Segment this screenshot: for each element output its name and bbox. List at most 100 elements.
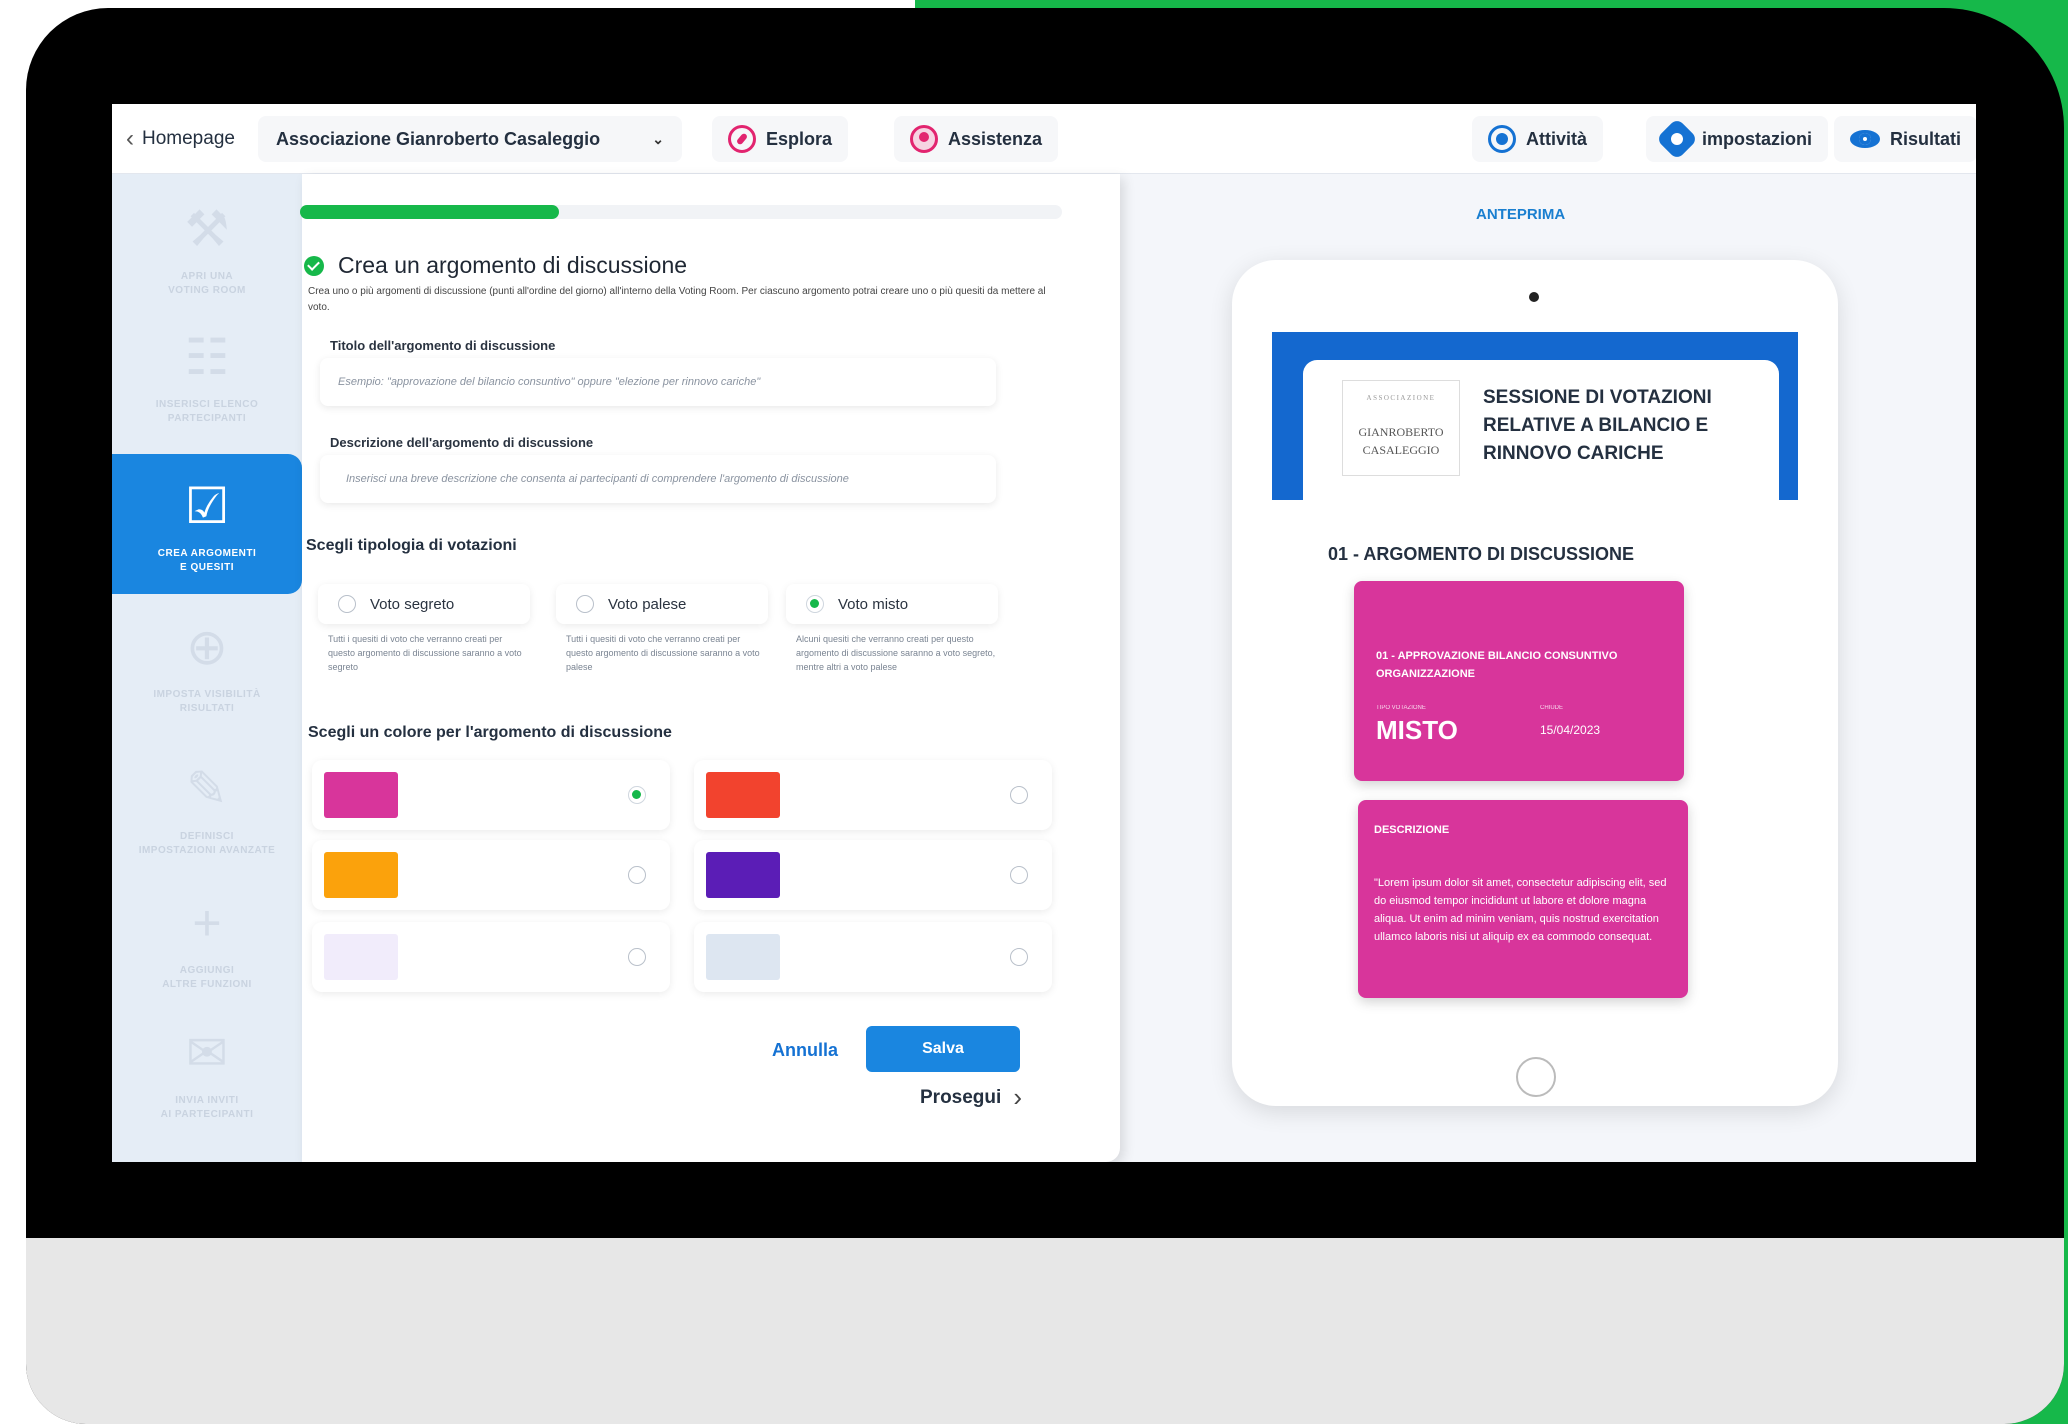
step-open-voting-room[interactable]: ⚒ APRI UNA VOTING ROOM (112, 196, 302, 298)
step-add-functions[interactable]: + AGGIUNGI ALTRE FUNZIONI (112, 890, 302, 992)
tablet-home-button (1516, 1057, 1556, 1097)
logo-name: GIANROBERTO CASALEGGIO (1358, 425, 1444, 457)
step-send-invites[interactable]: ✉ INVIA INVITI AI PARTECIPANTI (112, 1020, 302, 1122)
organization-label: Associazione Gianroberto Casaleggio (276, 128, 601, 149)
step-label: APRI UNA VOTING ROOM (168, 271, 246, 296)
support-button[interactable]: Assistenza (894, 116, 1059, 162)
explore-button[interactable]: Esplora (712, 116, 849, 162)
logo-top-text: ASSOCIAZIONE (1366, 394, 1436, 402)
radio-selected-icon (628, 786, 646, 804)
color-swatch (324, 934, 398, 980)
cancel-button[interactable]: Annulla (772, 1040, 838, 1061)
step-label: DEFINISCI IMPOSTAZIONI AVANZATE (138, 831, 276, 856)
next-button[interactable]: Prosegui › (920, 1082, 1022, 1113)
step-label: INVIA INVITI AI PARTECIPANTI (160, 1095, 254, 1120)
mail-icon: ✉ (186, 1025, 228, 1081)
question-title: 01 - APPROVAZIONE BILANCIO CONSUNTIVO OR… (1376, 650, 1618, 680)
support-label: Assistenza (948, 128, 1043, 149)
homepage-label: Homepage (142, 128, 235, 149)
step-participants[interactable]: ☷ INSERISCI ELENCO PARTECIPANTI (112, 324, 302, 426)
topic-title-input[interactable]: Esempio: "approvazione del bilancio cons… (320, 358, 996, 406)
results-label: Risultati (1890, 128, 1962, 149)
session-title: SESSIONE DI VOTAZIONI RELATIVE A BILANCI… (1483, 387, 1712, 464)
settings-button[interactable]: impostazioni (1646, 116, 1829, 162)
vote-mixed-option[interactable]: Voto misto (786, 584, 998, 624)
section-title-text: Crea un argomento di discussione (338, 252, 688, 278)
vote-type-key: TIPO VOTAZIONE (1376, 705, 1426, 711)
radio-icon (628, 866, 646, 884)
topic-title: 01 - ARGOMENTO DI DISCUSSIONE (1328, 544, 1635, 564)
topic-title-label: Titolo dell'argomento di discussione (330, 338, 556, 353)
vote-public-option[interactable]: Voto palese (556, 584, 768, 624)
preview-heading: ANTEPRIMA (1476, 206, 1566, 223)
top-bar: ‹ Homepage Associazione Gianroberto Casa… (112, 104, 1976, 174)
users-icon: ☷ (184, 329, 230, 385)
radio-icon (1010, 786, 1028, 804)
radio-icon (1010, 866, 1028, 884)
homepage-link[interactable]: ‹ Homepage (126, 116, 235, 162)
color-option[interactable] (312, 840, 670, 910)
gear-icon (1655, 117, 1699, 161)
color-heading: Scegli un colore per l'argomento di disc… (308, 724, 672, 741)
question-card[interactable]: 01 - APPROVAZIONE BILANCIO CONSUNTIVO OR… (1354, 581, 1684, 781)
activity-icon (1488, 125, 1516, 153)
vote-public-label: Voto palese (608, 595, 687, 613)
color-swatch (706, 934, 780, 980)
organization-select[interactable]: Associazione Gianroberto Casaleggio ⌄ (258, 116, 682, 162)
color-swatch (324, 772, 398, 818)
association-logo: ASSOCIAZIONE GIANROBERTO CASALEGGIO (1342, 380, 1460, 476)
topic-description-input[interactable]: Inserisci una breve descrizione che cons… (320, 455, 996, 503)
vote-public-desc: Tutti i quesiti di voto che verranno cre… (566, 634, 760, 672)
description-card: DESCRIZIONE "Lorem ipsum dolor sit amet,… (1358, 800, 1688, 998)
vote-mixed-label: Voto misto (838, 595, 909, 613)
description-text: "Lorem ipsum dolor sit amet, consectetur… (1374, 877, 1667, 943)
radio-icon (338, 595, 356, 613)
close-date-key: CHIUDE (1540, 705, 1564, 711)
section-description: Crea uno o più argomenti di discussione … (308, 286, 1046, 313)
eye-icon (1850, 130, 1880, 148)
radio-icon (1010, 948, 1028, 966)
radio-icon (628, 948, 646, 966)
description-title: DESCRIZIONE (1374, 824, 1450, 836)
topic-description-label: Descrizione dell'argomento di discussion… (330, 435, 594, 450)
color-swatch (706, 772, 780, 818)
progress-fill (300, 205, 560, 219)
vote-type-secret[interactable]: Voto segreto Tutti i quesiti di voto che… (318, 584, 530, 674)
progress-bar (300, 205, 1062, 219)
color-option[interactable] (694, 922, 1052, 992)
step-results-visibility[interactable]: ⊕ IMPOSTA VISIBILITÀ RISULTATI (112, 614, 302, 716)
explore-label: Esplora (766, 128, 833, 149)
support-agent-icon (910, 125, 938, 153)
chevron-down-icon: ⌄ (652, 130, 664, 147)
color-option[interactable] (312, 922, 670, 992)
step-create-topics[interactable]: ☑ CREA ARGOMENTI E QUESITI (112, 454, 302, 594)
radio-icon (576, 595, 594, 613)
results-button[interactable]: Risultati (1834, 116, 1976, 162)
activity-button[interactable]: Attività (1472, 116, 1604, 162)
save-button[interactable]: Salva (866, 1026, 1020, 1072)
vote-secret-desc: Tutti i quesiti di voto che verranno cre… (328, 634, 522, 672)
close-date-value: 15/04/2023 (1540, 723, 1601, 737)
chevron-left-icon: ‹ (126, 125, 134, 152)
checkbox-icon: ☑ (184, 478, 230, 534)
tablet-camera (1529, 292, 1539, 302)
stage: { "topbar": { "home_label": "Homepage", … (0, 0, 2068, 1424)
color-swatch (706, 852, 780, 898)
step-advanced-settings[interactable]: ✎ DEFINISCI IMPOSTAZIONI AVANZATE (112, 756, 302, 858)
vote-type-public[interactable]: Voto palese Tutti i quesiti di voto che … (556, 584, 768, 674)
color-option[interactable] (694, 840, 1052, 910)
color-option[interactable] (694, 760, 1052, 830)
vote-mixed-desc: Alcuni quesiti che verranno creati per q… (796, 634, 996, 672)
vote-type-mixed[interactable]: Voto misto Alcuni quesiti che verranno c… (786, 584, 998, 674)
steps-sidebar: ⚒ APRI UNA VOTING ROOM ☷ INSERISCI ELENC… (112, 174, 302, 1162)
chart-search-icon: ⊕ (186, 619, 228, 675)
check-circle-icon (304, 255, 324, 276)
vote-secret-label: Voto segreto (370, 595, 455, 613)
settings-label: impostazioni (1702, 128, 1813, 149)
step-label: INSERISCI ELENCO PARTECIPANTI (155, 399, 259, 424)
vote-secret-option[interactable]: Voto segreto (318, 584, 530, 624)
step-label: IMPOSTA VISIBILITÀ RISULTATI (153, 689, 261, 714)
edit-icon: ✎ (186, 761, 228, 817)
color-option[interactable] (312, 760, 670, 830)
color-swatch (324, 852, 398, 898)
